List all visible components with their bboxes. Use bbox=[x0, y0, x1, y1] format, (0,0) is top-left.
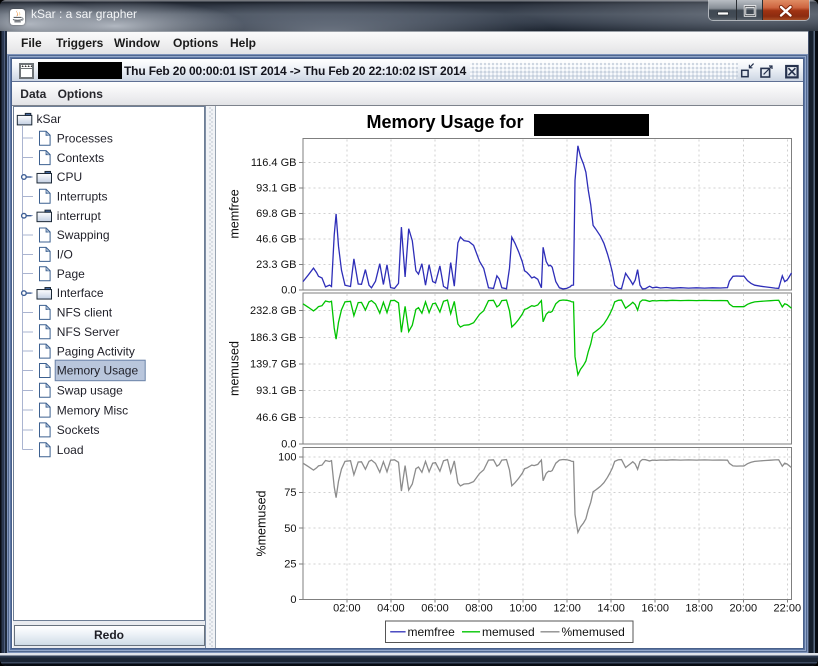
svg-text:16:00: 16:00 bbox=[641, 603, 669, 615]
svg-text:Contexts: Contexts bbox=[57, 150, 104, 164]
svg-text:04:00: 04:00 bbox=[377, 603, 405, 615]
svg-text:14:00: 14:00 bbox=[597, 603, 625, 615]
svg-text:232.8 GB: 232.8 GB bbox=[250, 305, 296, 317]
svg-text:memfree: memfree bbox=[227, 189, 241, 238]
svg-text:08:00: 08:00 bbox=[465, 603, 493, 615]
svg-text:Memory Usage for: Memory Usage for bbox=[366, 112, 523, 132]
svg-text:10:00: 10:00 bbox=[509, 603, 537, 615]
svg-text:46.6 GB: 46.6 GB bbox=[256, 234, 296, 246]
svg-text:20:00: 20:00 bbox=[729, 603, 757, 615]
svg-text:Interrupts: Interrupts bbox=[57, 189, 108, 203]
svg-text:Memory Misc: Memory Misc bbox=[57, 403, 128, 417]
svg-text:0.0: 0.0 bbox=[281, 439, 296, 451]
svg-text:Swapping: Swapping bbox=[57, 228, 110, 242]
svg-text:0: 0 bbox=[290, 594, 296, 606]
svg-text:69.8 GB: 69.8 GB bbox=[256, 208, 296, 220]
svg-text:22:00: 22:00 bbox=[773, 603, 801, 615]
svg-text:75: 75 bbox=[284, 487, 296, 499]
svg-text:100: 100 bbox=[278, 452, 296, 464]
svg-text:Processes: Processes bbox=[57, 131, 113, 145]
svg-text:06:00: 06:00 bbox=[421, 603, 449, 615]
svg-text:139.7 GB: 139.7 GB bbox=[250, 359, 296, 371]
svg-text:kSar: kSar bbox=[37, 112, 62, 126]
svg-text:I/O: I/O bbox=[57, 247, 73, 261]
svg-text:Interface: Interface bbox=[57, 286, 104, 300]
svg-text:93.1 GB: 93.1 GB bbox=[256, 385, 296, 397]
svg-text:12:00: 12:00 bbox=[553, 603, 581, 615]
svg-text:Sockets: Sockets bbox=[57, 423, 100, 437]
svg-text:Swap usage: Swap usage bbox=[57, 383, 123, 397]
svg-text:25: 25 bbox=[284, 558, 296, 570]
svg-text:interrupt: interrupt bbox=[57, 208, 102, 222]
svg-text:memfree: memfree bbox=[407, 625, 455, 639]
svg-text:CPU: CPU bbox=[57, 170, 82, 184]
svg-text:memused: memused bbox=[482, 625, 535, 639]
svg-text:NFS Server: NFS Server bbox=[57, 325, 120, 339]
svg-text:NFS client: NFS client bbox=[57, 305, 113, 319]
svg-text:02:00: 02:00 bbox=[333, 603, 361, 615]
svg-text:23.3 GB: 23.3 GB bbox=[256, 259, 296, 271]
svg-text:50: 50 bbox=[284, 523, 296, 535]
svg-text:116.4 GB: 116.4 GB bbox=[250, 157, 296, 169]
svg-text:%memused: %memused bbox=[254, 490, 268, 556]
svg-text:186.3 GB: 186.3 GB bbox=[250, 332, 296, 344]
svg-text:93.1 GB: 93.1 GB bbox=[256, 183, 296, 195]
svg-text:%memused: %memused bbox=[561, 625, 624, 639]
svg-text:Page: Page bbox=[57, 266, 85, 280]
svg-text:Paging Activity: Paging Activity bbox=[57, 344, 135, 358]
svg-text:46.6 GB: 46.6 GB bbox=[256, 412, 296, 424]
svg-text:Load: Load bbox=[57, 442, 84, 456]
svg-text:memused: memused bbox=[227, 341, 241, 396]
svg-text:0.0: 0.0 bbox=[281, 285, 296, 297]
svg-text:18:00: 18:00 bbox=[685, 603, 713, 615]
svg-text:Memory Usage: Memory Usage bbox=[57, 363, 139, 377]
